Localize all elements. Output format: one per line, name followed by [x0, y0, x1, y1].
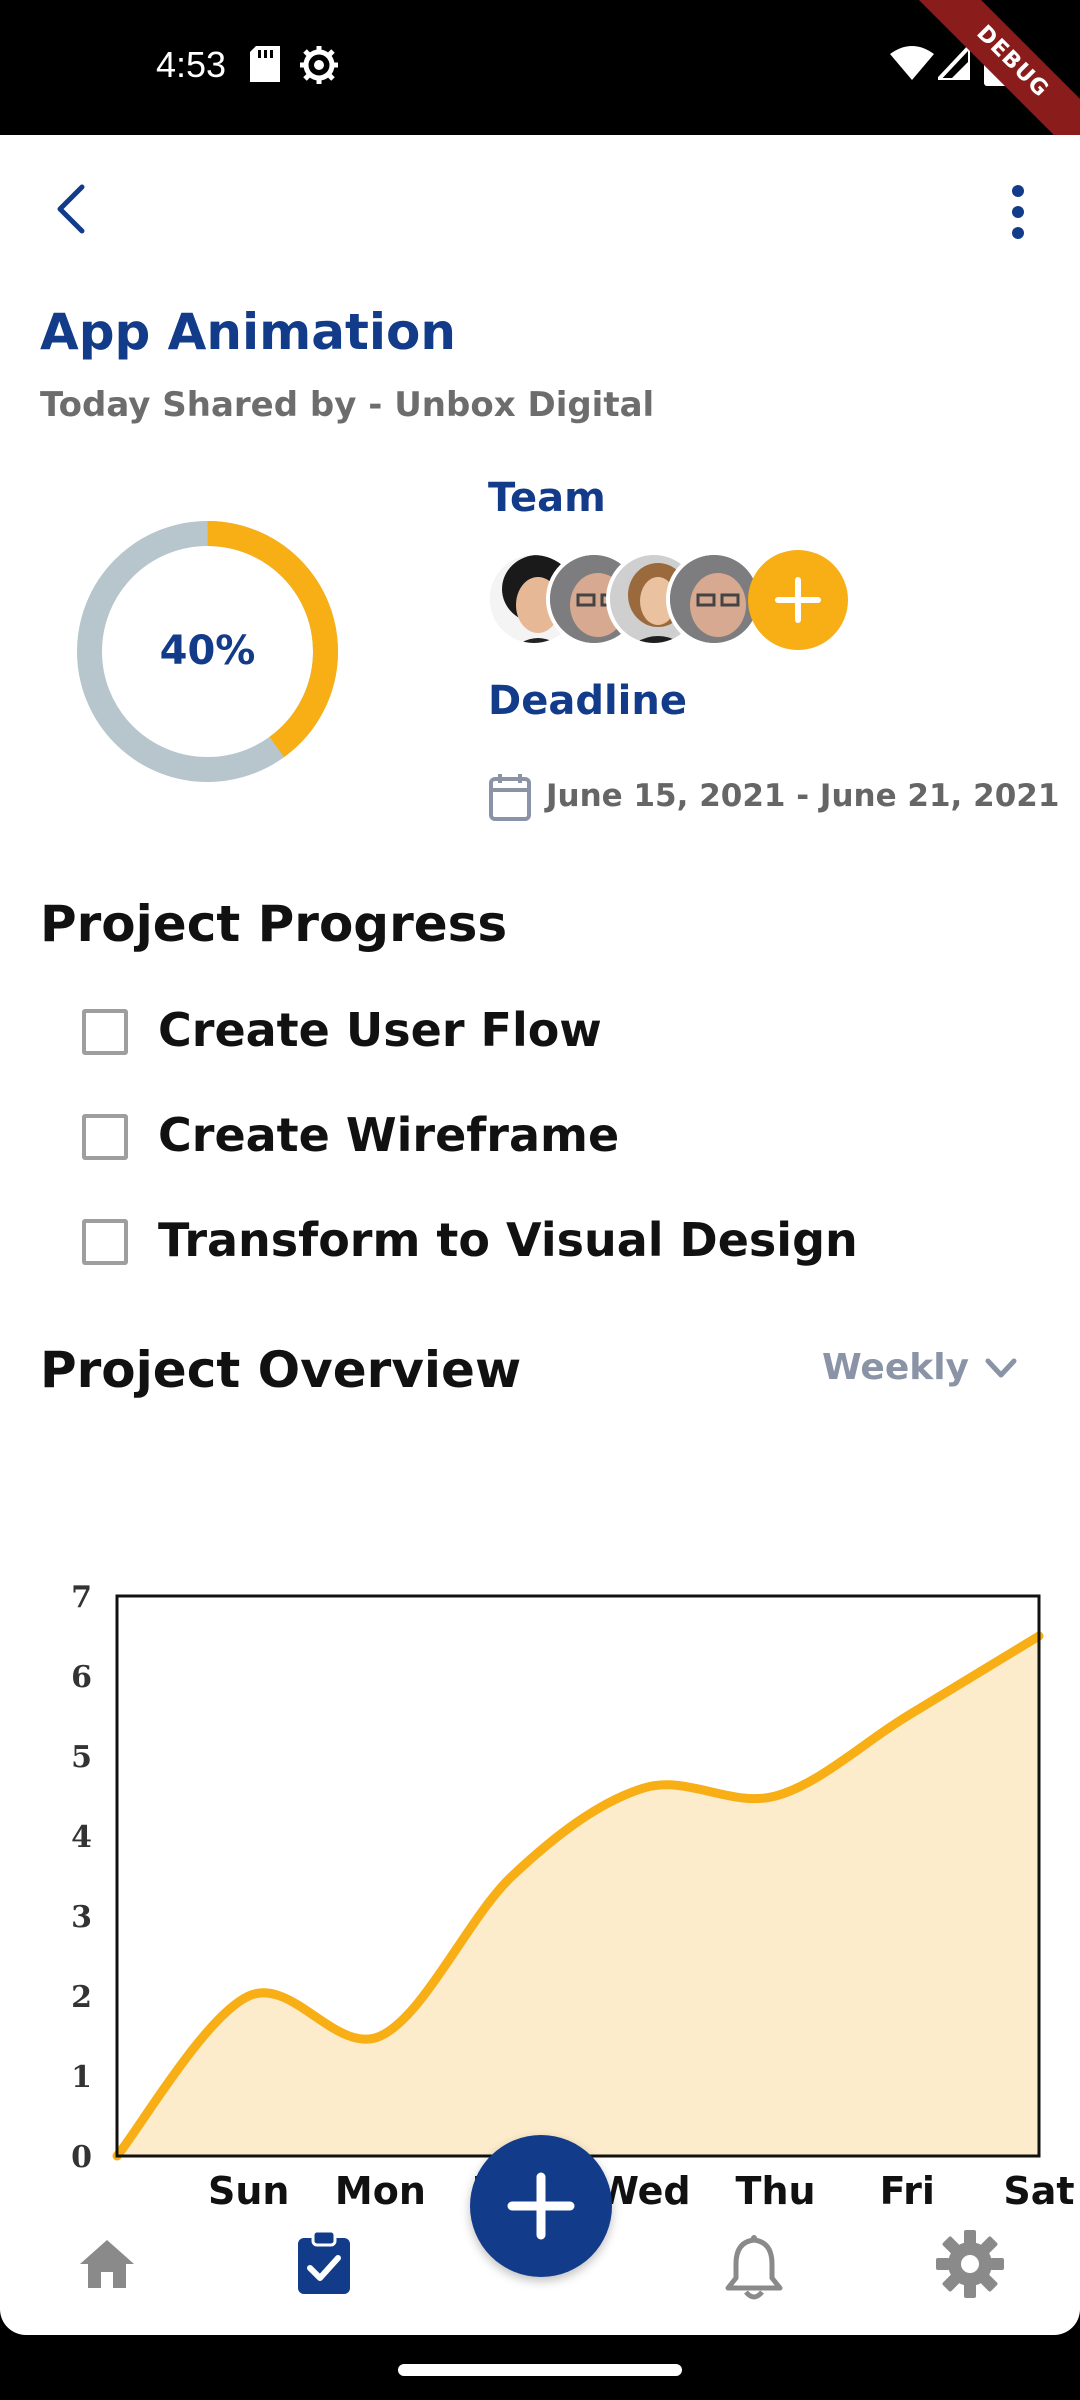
add-member-button[interactable] [748, 550, 848, 650]
status-time: 4:53 [156, 44, 227, 85]
plus-icon [775, 577, 821, 623]
plus-icon [507, 2172, 575, 2240]
wifi-icon [890, 46, 934, 84]
progress-percent: 40% [159, 628, 256, 674]
project-title: App Animation [40, 303, 456, 361]
project-overview-chart: 01234567SunMonTueWedThuFriSat [71, 1580, 1074, 2213]
gear-icon[interactable] [936, 2230, 1004, 2302]
home-icon[interactable] [78, 2238, 136, 2294]
task-label: Transform to Visual Design [158, 1213, 858, 1267]
calendar-icon [488, 772, 532, 826]
chart-y-tick-label: 2 [71, 1980, 92, 2015]
task-checkbox[interactable] [82, 1114, 128, 1160]
task-label: Create Wireframe [158, 1108, 620, 1162]
project-overview-heading: Project Overview [40, 1341, 522, 1399]
chart-y-tick-label: 3 [71, 1900, 92, 1935]
team-label: Team [488, 475, 606, 521]
shared-by-subtitle: Today Shared by - Unbox Digital [40, 385, 655, 425]
chart-y-tick-label: 1 [71, 2060, 92, 2095]
project-detail-screen: App Animation Today Shared by - Unbox Di… [0, 135, 1080, 2335]
chart-y-tick-label: 6 [71, 1660, 92, 1695]
clipboard-check-icon[interactable] [296, 2229, 352, 2300]
sd-card-icon [250, 46, 280, 86]
task-checkbox[interactable] [82, 1009, 128, 1055]
task-checkbox[interactable] [82, 1219, 128, 1265]
chevron-down-icon[interactable] [984, 1357, 1018, 1385]
progress-ring: 40% [75, 519, 340, 784]
period-dropdown[interactable]: Weekly [822, 1347, 969, 1388]
chart-y-tick-label: 0 [71, 2140, 92, 2175]
chart-y-tick-label: 7 [71, 1580, 92, 1615]
settings-status-icon [300, 46, 338, 88]
task-label: Create User Flow [158, 1003, 602, 1057]
project-progress-heading: Project Progress [40, 895, 508, 953]
status-bar: 4:53 DEBUG [0, 0, 1080, 170]
signal-icon [933, 40, 972, 84]
gesture-bar[interactable] [398, 2364, 682, 2376]
chart-y-tick-label: 5 [71, 1740, 92, 1775]
add-fab-button[interactable] [470, 2135, 612, 2277]
chart-y-tick-label: 4 [71, 1820, 92, 1855]
deadline-range: June 15, 2021 - June 21, 2021 [546, 778, 1060, 814]
chart-area-fill [117, 1636, 1039, 2156]
deadline-label: Deadline [488, 678, 687, 724]
back-arrow-icon[interactable] [52, 181, 92, 241]
bell-icon[interactable] [722, 2234, 786, 2304]
more-vert-icon[interactable] [1004, 185, 1032, 243]
